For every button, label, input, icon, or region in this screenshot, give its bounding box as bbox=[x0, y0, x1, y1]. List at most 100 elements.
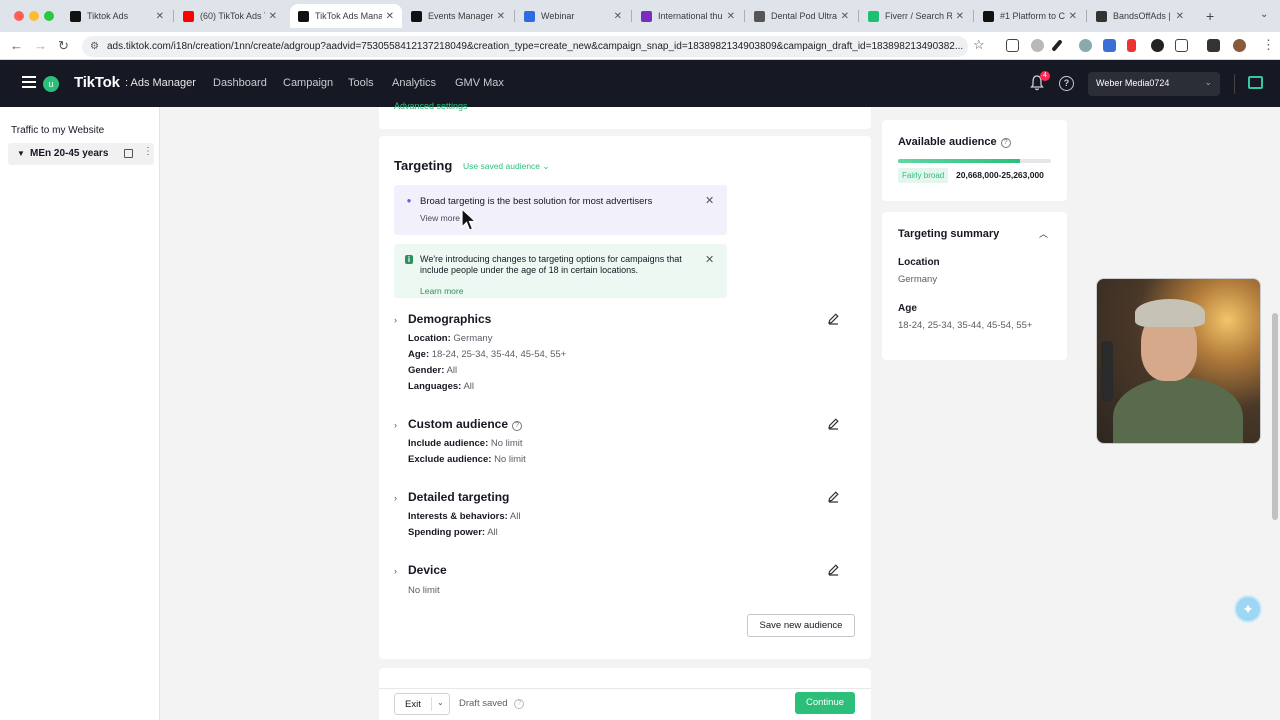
tab-close-icon[interactable]: ✕ bbox=[1176, 11, 1184, 22]
page-scrollbar[interactable] bbox=[1272, 313, 1278, 520]
tab-title: (60) TikTok Ads T bbox=[200, 11, 265, 21]
chevron-up-icon[interactable]: ︿ bbox=[1039, 227, 1048, 240]
caret-down-icon[interactable]: ▼ bbox=[17, 149, 25, 158]
chevron-down-icon[interactable]: ⌄ bbox=[437, 698, 444, 707]
window-close-button[interactable] bbox=[14, 11, 24, 21]
nav-dashboard[interactable]: Dashboard bbox=[213, 77, 267, 89]
edit-pencil-icon[interactable] bbox=[827, 563, 840, 576]
sidebar-adgroup-item[interactable]: ▼ MEn 20-45 years ⋮ bbox=[8, 143, 154, 165]
help-icon[interactable]: ? bbox=[512, 421, 523, 431]
browser-tab-active[interactable]: TikTok Ads Mana ✕ bbox=[290, 4, 402, 28]
browser-tab[interactable]: Fiverr / Search Re ✕ bbox=[860, 4, 972, 28]
browser-tab[interactable]: BandsOffAds | E- ✕ bbox=[1088, 4, 1192, 28]
use-saved-audience-dropdown[interactable]: Use saved audience ⌄ bbox=[463, 161, 550, 172]
webcam-overlay bbox=[1096, 278, 1261, 444]
custom-audience-header[interactable]: › Custom audience? bbox=[394, 417, 523, 431]
nav-tools[interactable]: Tools bbox=[348, 77, 374, 89]
nav-gmv-max[interactable]: GMV Max bbox=[455, 77, 504, 89]
browser-tab[interactable]: International thu ✕ bbox=[633, 4, 743, 28]
extension-icon[interactable] bbox=[1079, 39, 1092, 52]
tab-close-icon[interactable]: ✕ bbox=[1069, 11, 1077, 22]
extension-icon[interactable] bbox=[1151, 39, 1164, 52]
languages-row: Languages: All bbox=[408, 381, 474, 392]
reload-icon[interactable]: ↻ bbox=[58, 38, 69, 54]
browser-tab[interactable]: (60) TikTok Ads T ✕ bbox=[175, 4, 285, 28]
tab-close-icon[interactable]: ✕ bbox=[727, 11, 735, 22]
tab-close-icon[interactable]: ✕ bbox=[841, 11, 849, 22]
edit-pencil-icon[interactable] bbox=[827, 490, 840, 503]
more-options-icon[interactable]: ⋮ bbox=[143, 146, 153, 157]
profile-avatar[interactable] bbox=[1233, 39, 1246, 52]
close-icon[interactable]: ✕ bbox=[705, 253, 714, 266]
section-title: Custom audience bbox=[408, 417, 509, 431]
tab-close-icon[interactable]: ✕ bbox=[386, 11, 394, 22]
extension-icon[interactable] bbox=[1031, 39, 1044, 52]
tab-close-icon[interactable]: ✕ bbox=[956, 11, 964, 22]
learn-more-link[interactable]: Learn more bbox=[420, 286, 463, 296]
help-icon[interactable]: ? bbox=[1000, 138, 1011, 148]
sidebar-campaign-item[interactable]: Traffic to my Website bbox=[11, 125, 104, 136]
nav-campaign[interactable]: Campaign bbox=[283, 77, 333, 89]
view-more-link[interactable]: View more bbox=[420, 213, 460, 223]
pen-extension-icon[interactable] bbox=[1051, 39, 1063, 52]
address-bar[interactable]: ⚙ ads.tiktok.com/i18n/creation/1nn/creat… bbox=[82, 36, 968, 57]
include-audience-row: Include audience: No limit bbox=[408, 438, 523, 449]
continue-button[interactable]: Continue bbox=[795, 692, 855, 714]
detailed-targeting-header[interactable]: › Detailed targeting bbox=[394, 490, 509, 504]
tab-close-icon[interactable]: ✕ bbox=[156, 11, 164, 22]
site-settings-icon[interactable]: ⚙ bbox=[90, 41, 99, 52]
new-tab-icon[interactable]: + bbox=[1206, 8, 1214, 24]
hamburger-menu-icon[interactable] bbox=[22, 76, 36, 91]
puzzle-extensions-icon[interactable] bbox=[1175, 39, 1188, 52]
edit-pencil-icon[interactable] bbox=[827, 312, 840, 325]
next-section-card bbox=[379, 668, 871, 688]
forward-arrow-icon[interactable]: → bbox=[34, 38, 47, 53]
tab-title: #1 Platform to Cr bbox=[1000, 11, 1065, 21]
help-icon[interactable]: ? bbox=[1059, 76, 1074, 91]
device-header[interactable]: › Device bbox=[394, 563, 447, 577]
save-new-audience-button[interactable]: Save new audience bbox=[747, 614, 855, 637]
account-switcher[interactable]: Weber Media0724 ⌄ bbox=[1088, 72, 1220, 96]
tab-close-icon[interactable]: ✕ bbox=[497, 11, 505, 22]
exclude-audience-row: Exclude audience: No limit bbox=[408, 454, 526, 465]
banner-text: Broad targeting is the best solution for… bbox=[420, 196, 653, 207]
workspace-icon[interactable] bbox=[1248, 76, 1263, 89]
exit-button[interactable]: Exit ⌄ bbox=[394, 693, 450, 715]
back-arrow-icon[interactable]: ← bbox=[10, 38, 23, 53]
section-title: Detailed targeting bbox=[408, 490, 510, 504]
window-zoom-button[interactable] bbox=[44, 11, 54, 21]
demographics-header[interactable]: › Demographics bbox=[394, 312, 491, 326]
app-logo[interactable]: u bbox=[43, 76, 59, 92]
device-value: No limit bbox=[408, 585, 440, 596]
tab-close-icon[interactable]: ✕ bbox=[269, 11, 277, 22]
copy-icon[interactable] bbox=[124, 149, 133, 158]
browser-menu-icon[interactable]: ⋮ bbox=[1262, 37, 1275, 53]
extension-icon[interactable] bbox=[1127, 39, 1136, 52]
browser-tab[interactable]: Events Manager ✕ bbox=[403, 4, 513, 28]
row-label: Location: bbox=[408, 333, 451, 344]
tab-search-chevron-icon[interactable]: ⌄ bbox=[1260, 9, 1268, 20]
minors-notice-banner: i We're introducing changes to targeting… bbox=[394, 244, 727, 298]
browser-tab[interactable]: #1 Platform to Cr ✕ bbox=[975, 4, 1085, 28]
browser-tab[interactable]: Dental Pod Ultras ✕ bbox=[746, 4, 857, 28]
browser-tab[interactable]: Webinar ✕ bbox=[516, 4, 630, 28]
screenshot-extension-icon[interactable] bbox=[1006, 39, 1019, 52]
nav-analytics[interactable]: Analytics bbox=[392, 77, 436, 89]
assistant-sparkle-icon[interactable]: ✦ bbox=[1234, 595, 1262, 623]
tab-title: Webinar bbox=[541, 11, 575, 21]
bookmark-star-icon[interactable]: ☆ bbox=[973, 37, 985, 53]
summary-age-label: Age bbox=[898, 303, 917, 314]
close-icon[interactable]: ✕ bbox=[705, 194, 714, 207]
translate-extension-icon[interactable] bbox=[1103, 39, 1116, 52]
edit-pencil-icon[interactable] bbox=[827, 417, 840, 430]
advanced-settings-link[interactable]: Advanced settings bbox=[394, 101, 468, 111]
window-minimize-button[interactable] bbox=[29, 11, 39, 21]
tab-favicon-icon bbox=[524, 10, 535, 22]
chevron-down-icon: ⌄ bbox=[542, 161, 550, 171]
device-section: › Device No limit bbox=[394, 563, 856, 597]
sidebar-icon[interactable] bbox=[1207, 39, 1220, 52]
browser-tab[interactable]: Tiktok Ads ✕ bbox=[62, 4, 172, 28]
tab-close-icon[interactable]: ✕ bbox=[614, 11, 622, 22]
info-circle-icon[interactable]: ? bbox=[514, 699, 525, 709]
brand-name[interactable]: TikTok bbox=[74, 74, 120, 91]
